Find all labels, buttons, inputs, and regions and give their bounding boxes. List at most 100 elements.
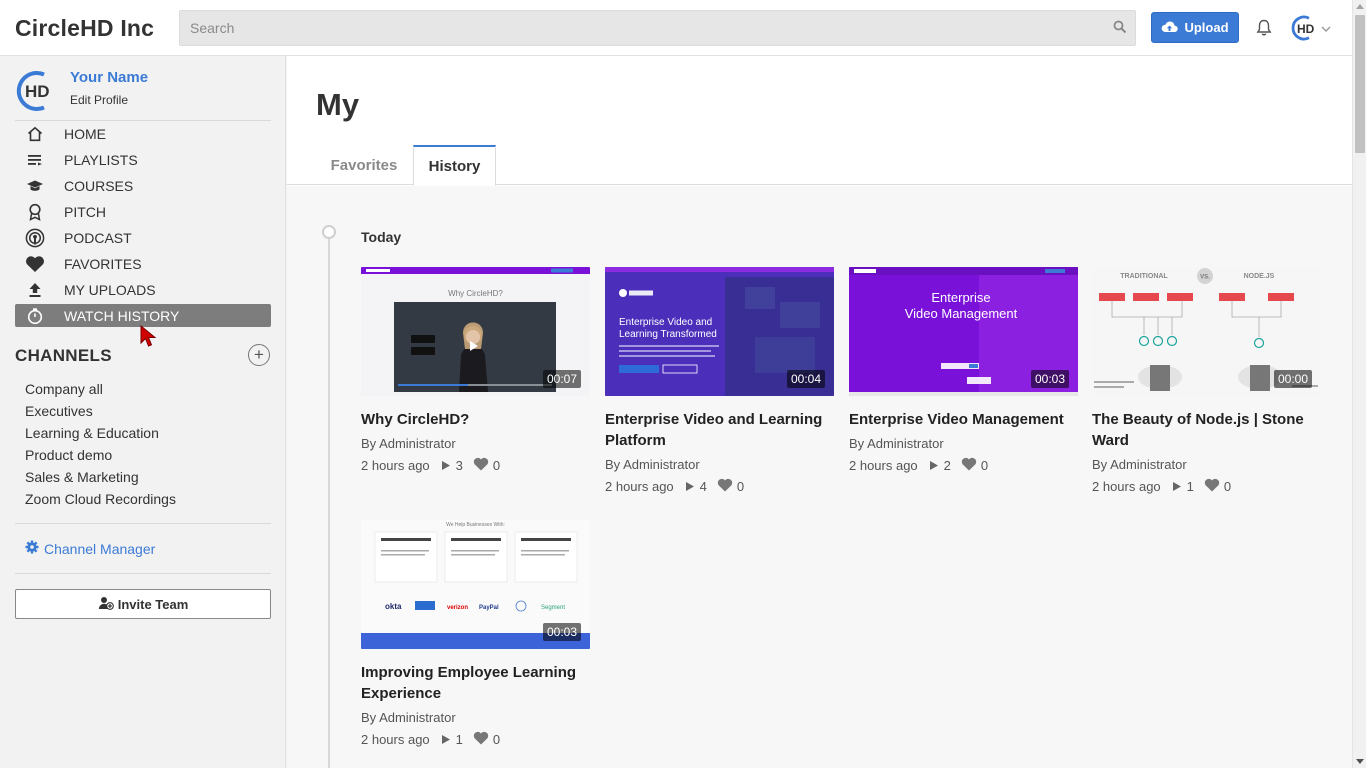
- nav-label: PITCH: [64, 204, 106, 220]
- profile-name[interactable]: Your Name: [70, 69, 148, 86]
- video-thumbnail[interactable]: Enterprise Video and Learning Transforme…: [605, 267, 834, 396]
- nav-label: WATCH HISTORY: [64, 307, 180, 324]
- video-duration: 00:04: [786, 370, 825, 388]
- like-count: 0: [736, 479, 745, 494]
- video-card: We Help Businesses With: okta verizon Pa…: [361, 520, 590, 748]
- svg-text:Why CircleHD?: Why CircleHD?: [448, 289, 503, 298]
- invite-team-button[interactable]: Invite Team: [15, 589, 271, 619]
- video-author: By Administrator: [849, 436, 944, 451]
- play-icon: [441, 732, 450, 747]
- channel-item[interactable]: Sales & Marketing: [25, 466, 176, 488]
- channel-item[interactable]: Product demo: [25, 444, 176, 466]
- video-card: Why CircleHD? 00:07 Why CircleHD? By Adm…: [361, 267, 590, 474]
- video-time: 2 hours ago: [1092, 479, 1161, 494]
- channel-item[interactable]: Learning & Education: [25, 422, 176, 444]
- history-list: Today Why CircleHD? 00:07 Why CircleHD? …: [287, 186, 1352, 768]
- nav-item-podcast[interactable]: PODCAST: [15, 225, 271, 251]
- svg-text:Video Management: Video Management: [905, 306, 1018, 321]
- play-count: 1: [455, 732, 463, 747]
- page-title: My: [316, 87, 360, 122]
- video-duration: 00:07: [542, 370, 581, 388]
- nav-label: PLAYLISTS: [64, 152, 138, 168]
- heart-icon[interactable]: [473, 457, 489, 474]
- video-title[interactable]: Why CircleHD?: [361, 409, 590, 430]
- video-author: By Administrator: [1092, 457, 1187, 472]
- upload-button[interactable]: Upload: [1151, 12, 1239, 43]
- scroll-up-arrow-icon[interactable]: [1356, 4, 1364, 9]
- timeline-dot: [322, 225, 336, 239]
- like-count: 0: [980, 458, 989, 473]
- video-title[interactable]: The Beauty of Node.js | Stone Ward: [1092, 409, 1321, 451]
- channel-item[interactable]: Executives: [25, 400, 176, 422]
- edit-profile-link[interactable]: Edit Profile: [70, 93, 128, 107]
- timeline-line: [328, 231, 330, 768]
- mouse-cursor-icon: [140, 324, 162, 354]
- sidebar: HD Your Name Edit Profile HOME PLAYLISTS…: [0, 56, 286, 768]
- search-icon[interactable]: [1113, 20, 1127, 39]
- video-thumbnail[interactable]: Enterprise Video Management 00:03: [849, 267, 1078, 396]
- video-title[interactable]: Enterprise Video Management: [849, 409, 1078, 430]
- nav-item-pitch[interactable]: PITCH: [15, 199, 271, 225]
- profile-avatar[interactable]: HD: [15, 70, 57, 117]
- video-duration: 00:03: [542, 623, 581, 641]
- play-icon: [685, 479, 694, 494]
- play-count: 2: [943, 458, 951, 473]
- podcast-icon: [25, 228, 45, 248]
- brand-title[interactable]: CircleHD Inc: [15, 15, 154, 42]
- svg-text:verizon: verizon: [447, 605, 468, 611]
- svg-text:NODE.JS: NODE.JS: [1244, 273, 1275, 280]
- video-time: 2 hours ago: [849, 458, 918, 473]
- play-icon: [441, 458, 450, 473]
- play-count: 4: [699, 479, 707, 494]
- search-box[interactable]: [179, 10, 1136, 46]
- bell-icon[interactable]: [1256, 19, 1272, 42]
- video-thumbnail[interactable]: Why CircleHD? 00:07: [361, 267, 590, 396]
- nav-item-watch-history[interactable]: WATCH HISTORY: [15, 304, 271, 327]
- nav-item-courses[interactable]: COURSES: [15, 173, 271, 199]
- nav-item-playlists[interactable]: PLAYLISTS: [15, 147, 271, 173]
- add-user-icon: [98, 596, 114, 613]
- heart-icon[interactable]: [717, 478, 733, 495]
- video-author: By Administrator: [361, 710, 456, 725]
- heart-icon[interactable]: [961, 457, 977, 474]
- nav-item-home[interactable]: HOME: [15, 121, 271, 147]
- top-bar: CircleHD Inc Upload HD: [0, 0, 1352, 56]
- nav-label: HOME: [64, 126, 106, 142]
- video-author: By Administrator: [361, 436, 456, 451]
- scroll-down-arrow-icon[interactable]: [1356, 759, 1364, 764]
- video-title[interactable]: Enterprise Video and Learning Platform: [605, 409, 834, 451]
- search-input[interactable]: [180, 11, 1080, 45]
- video-duration: 00:03: [1030, 370, 1069, 388]
- channel-item[interactable]: Zoom Cloud Recordings: [25, 488, 176, 510]
- avatar-initials: HD: [1297, 22, 1315, 36]
- channel-item[interactable]: Company all: [25, 378, 176, 400]
- upload-label: Upload: [1184, 20, 1229, 35]
- page-scrollbar[interactable]: [1352, 0, 1366, 768]
- scroll-thumb[interactable]: [1355, 15, 1365, 153]
- play-count: 3: [455, 458, 463, 473]
- invite-team-label: Invite Team: [117, 596, 189, 612]
- video-meta: 2 hours ago 4 0: [605, 478, 834, 495]
- heart-icon[interactable]: [1204, 478, 1220, 495]
- nav-item-my-uploads[interactable]: MY UPLOADS: [15, 277, 271, 303]
- like-count: 0: [492, 732, 501, 747]
- user-avatar[interactable]: HD: [1291, 15, 1319, 46]
- heart-icon[interactable]: [473, 731, 489, 748]
- svg-text:Segment: Segment: [541, 605, 565, 611]
- nav-item-favorites[interactable]: FAVORITES: [15, 251, 271, 277]
- video-duration: 00:00: [1273, 370, 1312, 388]
- video-thumbnail[interactable]: We Help Businesses With: okta verizon Pa…: [361, 520, 590, 649]
- video-thumbnail[interactable]: TRADITIONAL VS. NODE.JS 00:00: [1092, 267, 1321, 396]
- channel-manager-link[interactable]: Channel Manager: [25, 540, 155, 557]
- chevron-down-icon[interactable]: [1321, 20, 1331, 38]
- tab-favorites[interactable]: Favorites: [317, 145, 411, 185]
- video-card: TRADITIONAL VS. NODE.JS 00:00 The Beauty…: [1092, 267, 1321, 495]
- stopwatch-icon: [25, 306, 45, 326]
- svg-text:Learning Transformed: Learning Transformed: [619, 329, 717, 340]
- video-title[interactable]: Improving Employee Learning Experience: [361, 662, 590, 704]
- like-count: 0: [1223, 479, 1232, 494]
- tab-history[interactable]: History: [413, 145, 496, 186]
- svg-text:We Help Businesses With:: We Help Businesses With:: [446, 522, 505, 528]
- video-time: 2 hours ago: [361, 458, 430, 473]
- add-channel-button[interactable]: +: [248, 344, 270, 366]
